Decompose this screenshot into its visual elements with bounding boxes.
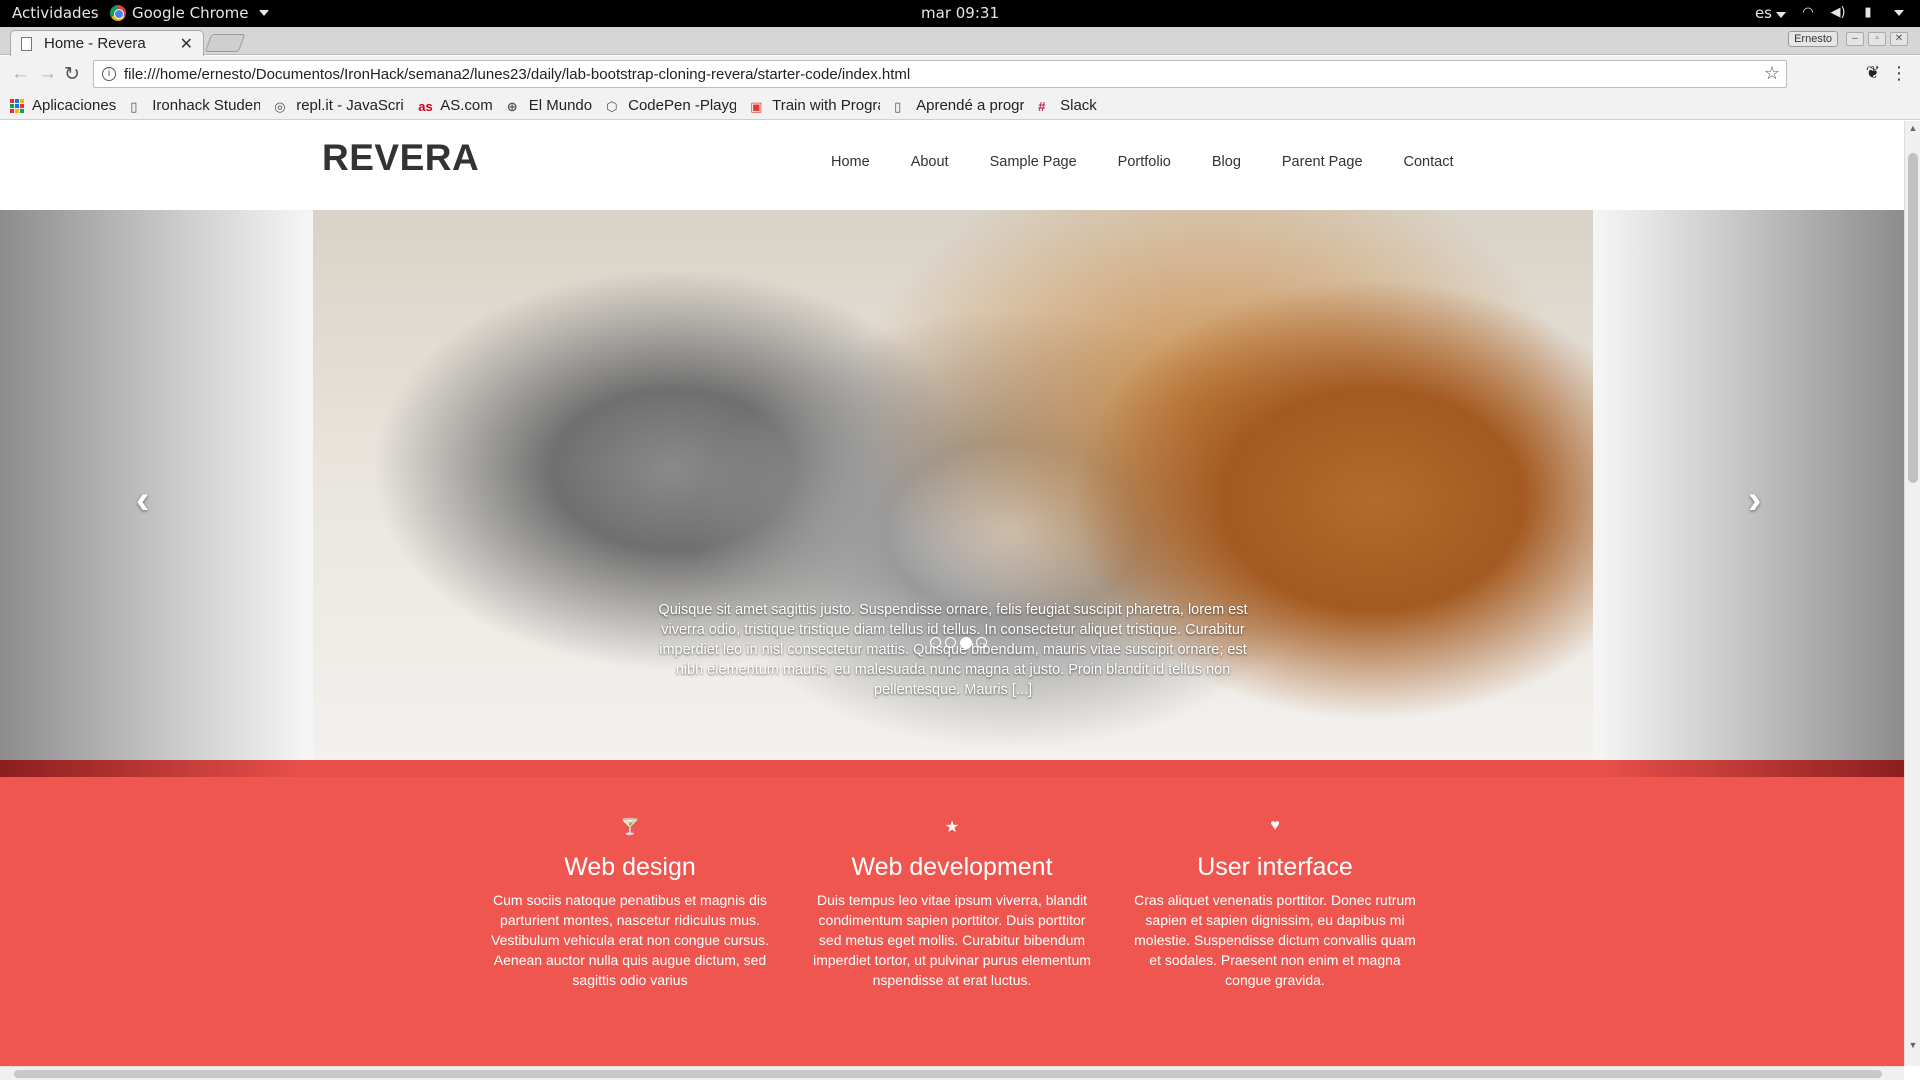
bookmarks-bar: Aplicaciones ▯ Ironhack Student ◎ repl.it - …	[0, 92, 1920, 120]
service-web-development: ★ Web development Duis tempus leo vitae ip…	[807, 817, 1097, 990]
horizontal-scrollbar[interactable]	[0, 1066, 1904, 1080]
kebab-menu-icon[interactable]: ⋮	[1890, 63, 1908, 84]
service-text: Cras aliquet venenatis porttitor. Donec …	[1134, 892, 1416, 988]
close-icon[interactable]: ✕	[180, 34, 193, 54]
tab-title: Home - Revera	[44, 35, 146, 52]
service-title: Web development	[851, 853, 1053, 881]
window-close-button[interactable]: ✕	[1890, 32, 1908, 46]
carousel: Quisque sit amet sagittis justo. Suspend…	[0, 210, 1904, 760]
nav-link-blog[interactable]: Blog	[1212, 154, 1241, 170]
minimize-button[interactable]: –	[1846, 32, 1864, 46]
scroll-up-icon[interactable]: ▲	[1908, 123, 1918, 133]
scroll-thumb[interactable]	[14, 1070, 1882, 1078]
bookmark-label: Ironhack Student	[152, 97, 261, 114]
service-user-interface: ♥ User interface Cras aliquet venenatis po…	[1130, 817, 1420, 990]
site-logo[interactable]: REVERA	[322, 137, 479, 179]
page-icon	[21, 36, 32, 51]
glass-icon: 🍸	[620, 819, 640, 836]
service-text: Duis tempus leo vitae ipsum viverra, bla…	[813, 892, 1091, 988]
carousel-indicator[interactable]	[929, 637, 941, 648]
nav-link-home[interactable]: Home	[831, 154, 870, 170]
bookmark-label: El Mundo	[528, 97, 593, 114]
slack-icon: #	[1038, 98, 1046, 114]
services-section: 🍸 Web design Cum sociis natoque penatibus …	[0, 777, 1904, 1066]
bookmark-item[interactable]: as AS.com	[418, 97, 493, 114]
browser-tab[interactable]: Home - Revera ✕	[10, 30, 204, 56]
address-bar[interactable]: i file:///home/ernesto/Documentos/IronHa…	[93, 60, 1787, 88]
star-icon: ★	[944, 819, 960, 836]
service-text: Cum sociis natoque penatibus et magnis d…	[491, 892, 769, 988]
carousel-indicator[interactable]	[959, 637, 972, 649]
forward-arrow-icon[interactable]: →	[38, 63, 57, 85]
bookmark-item[interactable]: ⊕ El Mundo	[507, 97, 592, 114]
train-icon: ▣	[750, 98, 763, 114]
page-icon: ▯	[130, 98, 138, 114]
carousel-caption: Quisque sit amet sagittis justo. Suspend…	[658, 602, 1248, 698]
info-icon[interactable]: i	[102, 67, 116, 81]
nav-link-contact[interactable]: Contact	[1404, 154, 1454, 170]
as-icon: as	[418, 98, 433, 114]
replit-icon: ◎	[274, 98, 286, 114]
apps-grid-icon	[10, 98, 24, 113]
clock[interactable]: mar 09:31	[0, 4, 1920, 22]
reload-icon[interactable]: ↻	[64, 63, 80, 86]
bookmark-item[interactable]: # Slack	[1038, 97, 1097, 114]
carousel-slide: Quisque sit amet sagittis justo. Suspend…	[313, 210, 1593, 760]
extension-icon[interactable]: ❦	[1866, 63, 1880, 83]
service-title: Web design	[564, 853, 696, 881]
bookmark-label: AS.com	[440, 97, 493, 114]
site-nav: Home About Sample Page Portfolio Blog Parent …	[831, 154, 1454, 170]
service-web-design: 🍸 Web design Cum sociis natoque penatibus …	[485, 817, 775, 990]
gnome-top-bar: Actividades Google Chrome mar 09:31 es ◠…	[0, 0, 1920, 27]
bookmark-star-icon[interactable]: ☆	[1764, 63, 1780, 84]
vertical-scrollbar[interactable]: ▲ ▼	[1904, 121, 1920, 1066]
language-indicator[interactable]: es	[1755, 4, 1786, 22]
bookmark-label: CodePen -Playgr	[628, 97, 737, 114]
nav-link-portfolio[interactable]: Portfolio	[1118, 154, 1171, 170]
bookmark-label: Aprendé a progra	[916, 97, 1025, 114]
codepen-icon: ⬡	[606, 98, 618, 114]
service-title: User interface	[1197, 853, 1353, 881]
nav-link-sample-page[interactable]: Sample Page	[990, 154, 1077, 170]
globe-icon: ⊕	[506, 98, 518, 114]
browser-toolbar: ← → ↻ i file:///home/ernesto/Documentos/…	[0, 56, 1920, 92]
nav-link-parent-page[interactable]: Parent Page	[1282, 154, 1363, 170]
back-arrow-icon[interactable]: ←	[11, 63, 30, 85]
chevron-down-icon	[1894, 10, 1904, 16]
carousel-prev-button[interactable]: ‹	[136, 480, 149, 520]
bookmark-item[interactable]: ⬡ CodePen -Playgr	[606, 97, 736, 114]
bookmark-label: Aplicaciones	[32, 97, 117, 114]
heart-icon: ♥	[1270, 817, 1280, 834]
bookmark-label: repl.it - JavaScrip	[296, 97, 405, 114]
bookmark-item[interactable]: ▯ Ironhack Student	[130, 97, 260, 114]
bookmark-item[interactable]: ▣ Train with Progra	[750, 97, 880, 114]
bookmark-item[interactable]: Aplicaciones	[10, 97, 116, 114]
carousel-indicators	[313, 637, 1593, 649]
profile-button[interactable]: Ernesto	[1788, 31, 1838, 47]
scroll-thumb[interactable]	[1908, 153, 1918, 483]
new-tab-button[interactable]	[204, 34, 246, 52]
bookmark-label: Train with Progra	[772, 97, 881, 114]
battery-icon: ▮	[1864, 5, 1872, 20]
wifi-icon: ◠	[1802, 5, 1814, 20]
section-divider	[0, 760, 1904, 777]
tab-strip: Home - Revera ✕ Ernesto – ▫ ✕	[0, 27, 1920, 56]
url-text: file:///home/ernesto/Documentos/IronHack…	[124, 65, 911, 83]
chevron-down-icon	[1776, 12, 1786, 18]
bookmark-item[interactable]: ▯ Aprendé a progra	[894, 97, 1024, 114]
carousel-next-button[interactable]: ›	[1748, 480, 1761, 520]
site-header: REVERA Home About Sample Page Portfolio Blog…	[0, 121, 1904, 210]
nav-link-about[interactable]: About	[911, 154, 949, 170]
bookmark-item[interactable]: ◎ repl.it - JavaScrip	[274, 97, 404, 114]
carousel-indicator[interactable]	[944, 637, 956, 648]
bookmark-label: Slack	[1060, 97, 1097, 114]
volume-icon: ◀)	[1830, 5, 1846, 20]
page-viewport: REVERA Home About Sample Page Portfolio Blog…	[0, 121, 1904, 1066]
status-area[interactable]: es ◠ ◀) ▮	[1755, 4, 1904, 22]
page-icon: ▯	[894, 98, 902, 114]
maximize-button[interactable]: ▫	[1868, 32, 1886, 46]
scroll-down-icon[interactable]: ▼	[1908, 1040, 1918, 1050]
carousel-indicator[interactable]	[975, 637, 987, 648]
